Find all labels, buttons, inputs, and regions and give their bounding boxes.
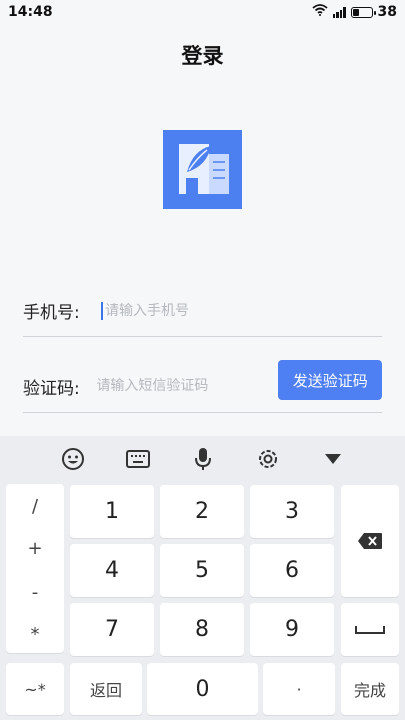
code-field-row: 验证码: 发送验证码 — [23, 360, 382, 413]
status-time: 14:48 — [8, 4, 53, 20]
key-4[interactable]: 4 — [70, 544, 154, 597]
emoji-icon[interactable] — [59, 445, 87, 473]
settings-icon[interactable] — [254, 445, 282, 473]
backspace-icon — [358, 533, 382, 549]
symbols-key[interactable]: ~* — [6, 663, 64, 715]
phone-field-row: 手机号: — [23, 285, 382, 337]
numeric-keyboard: / + - * 1 2 3 4 5 6 7 8 9 ~* 返回 0 · 完成 — [0, 436, 405, 720]
symbol-key-column[interactable]: / + - * — [6, 484, 64, 653]
signal-icon — [332, 6, 346, 18]
key-1[interactable]: 1 — [70, 485, 154, 538]
app-logo — [163, 130, 242, 209]
done-key[interactable]: 完成 — [341, 663, 399, 715]
microphone-icon[interactable] — [189, 445, 217, 473]
send-code-button[interactable]: 发送验证码 — [278, 360, 382, 400]
status-icons: 38 — [311, 4, 397, 20]
space-key[interactable] — [341, 603, 399, 656]
back-key[interactable]: 返回 — [70, 663, 142, 715]
key-9[interactable]: 9 — [250, 603, 334, 656]
battery-icon — [350, 6, 376, 18]
dot-key[interactable]: · — [263, 663, 335, 715]
key-0[interactable]: 0 — [147, 663, 258, 715]
collapse-icon[interactable] — [319, 445, 347, 473]
symbol-key-plus[interactable]: + — [6, 538, 64, 559]
keyboard-icon[interactable] — [124, 445, 152, 473]
wifi-icon — [311, 4, 328, 20]
space-icon — [355, 625, 385, 634]
code-label: 验证码: — [23, 378, 80, 399]
symbol-key-minus[interactable]: - — [6, 582, 64, 603]
symbol-key-slash[interactable]: / — [6, 496, 64, 517]
code-input[interactable] — [96, 371, 271, 401]
page-title: 登录 — [181, 44, 224, 68]
phone-label: 手机号: — [23, 303, 80, 323]
key-8[interactable]: 8 — [160, 603, 244, 656]
key-2[interactable]: 2 — [160, 485, 244, 538]
key-6[interactable]: 6 — [250, 544, 334, 597]
key-7[interactable]: 7 — [70, 603, 154, 656]
keyboard-toolbar — [0, 436, 405, 482]
key-3[interactable]: 3 — [250, 485, 334, 538]
text-cursor — [101, 301, 103, 320]
backspace-key[interactable] — [341, 485, 399, 597]
phone-input[interactable] — [105, 295, 382, 326]
battery-fill — [352, 8, 360, 16]
battery-percent: 38 — [377, 4, 397, 20]
building-leaf-icon — [179, 144, 229, 194]
key-5[interactable]: 5 — [160, 544, 244, 597]
status-bar: 14:48 38 — [0, 0, 405, 24]
symbol-key-asterisk[interactable]: * — [6, 624, 64, 645]
